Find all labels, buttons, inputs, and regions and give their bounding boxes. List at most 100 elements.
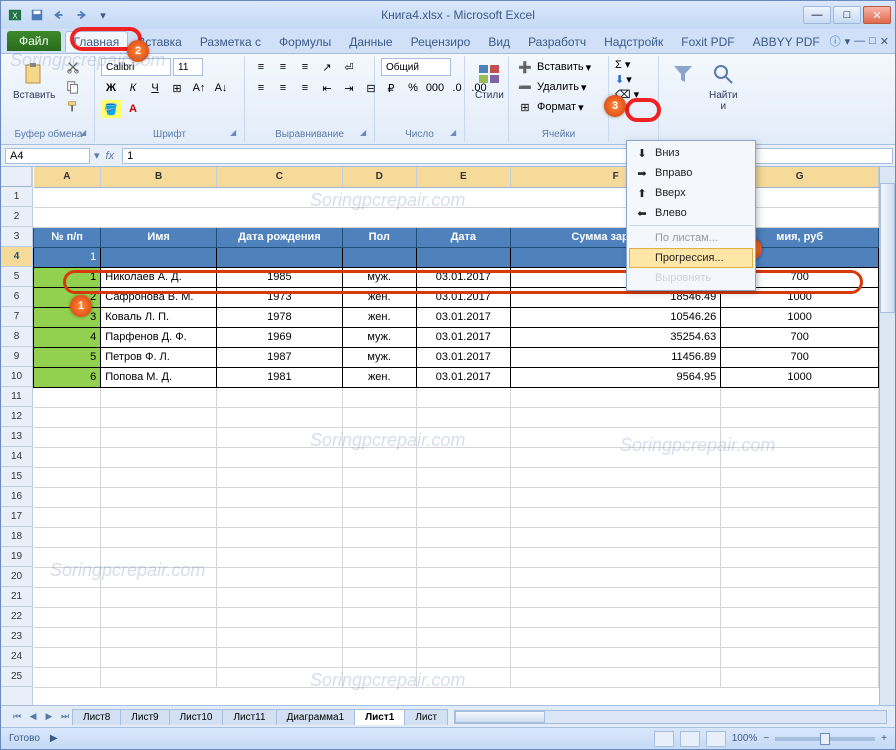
row-header[interactable]: 21: [1, 587, 32, 607]
autosum-button[interactable]: Σ ▾: [615, 58, 630, 71]
cell[interactable]: [511, 427, 721, 447]
cell[interactable]: [511, 547, 721, 567]
align-top[interactable]: ≡: [251, 58, 271, 76]
cell[interactable]: [721, 607, 879, 627]
header-cell[interactable]: Имя: [101, 227, 217, 247]
cell[interactable]: [416, 447, 511, 467]
col-header[interactable]: E: [416, 167, 511, 187]
cell[interactable]: 1981: [216, 367, 342, 387]
cell[interactable]: [416, 407, 511, 427]
select-all[interactable]: [1, 167, 32, 187]
cell[interactable]: 5: [34, 347, 101, 367]
row-header[interactable]: 15: [1, 467, 32, 487]
cell[interactable]: муж.: [342, 267, 416, 287]
tab-insert[interactable]: Вставка: [128, 31, 191, 52]
cell[interactable]: [342, 587, 416, 607]
cell[interactable]: [34, 667, 101, 687]
cell[interactable]: 11456.89: [511, 347, 721, 367]
cell[interactable]: [34, 447, 101, 467]
sheet-nav-first[interactable]: ⏮: [9, 711, 25, 722]
cell[interactable]: [101, 667, 217, 687]
formula-input[interactable]: 1: [122, 148, 893, 164]
cell[interactable]: Сафронова В. М.: [101, 287, 217, 307]
cell[interactable]: 35254.63: [511, 327, 721, 347]
cell[interactable]: [342, 427, 416, 447]
cell[interactable]: [342, 567, 416, 587]
zoom-out[interactable]: −: [763, 733, 769, 744]
cell[interactable]: [342, 667, 416, 687]
cell[interactable]: [216, 447, 342, 467]
cell[interactable]: муж.: [342, 327, 416, 347]
sheet-nav-last[interactable]: ⏭: [57, 711, 73, 722]
cell[interactable]: [342, 647, 416, 667]
view-pagebreak[interactable]: [706, 731, 726, 747]
tab-foxit[interactable]: Foxit PDF: [672, 31, 743, 52]
cell[interactable]: [721, 407, 879, 427]
cell[interactable]: [416, 507, 511, 527]
row-header[interactable]: 12: [1, 407, 32, 427]
cell[interactable]: 1985: [216, 267, 342, 287]
undo-button[interactable]: [49, 5, 69, 25]
row-header[interactable]: 14: [1, 447, 32, 467]
header-cell[interactable]: Дата рождения: [216, 227, 342, 247]
find-button[interactable]: Найти и: [705, 58, 742, 114]
cell[interactable]: [101, 587, 217, 607]
row-header[interactable]: 5: [1, 267, 32, 287]
comma-button[interactable]: 000: [425, 79, 445, 97]
cell[interactable]: [416, 587, 511, 607]
cell[interactable]: 700: [721, 327, 879, 347]
cell[interactable]: [342, 547, 416, 567]
align-launcher[interactable]: ◢: [360, 128, 372, 140]
italic-button[interactable]: К: [123, 79, 143, 97]
header-cell[interactable]: № п/п: [34, 227, 101, 247]
tab-data[interactable]: Данные: [340, 31, 401, 52]
cell[interactable]: Парфенов Д. Ф.: [101, 327, 217, 347]
cell[interactable]: [101, 547, 217, 567]
sheet-tab[interactable]: Лист1: [354, 709, 405, 725]
cell[interactable]: [34, 567, 101, 587]
cell[interactable]: [101, 647, 217, 667]
cell[interactable]: [416, 627, 511, 647]
col-header[interactable]: B: [101, 167, 217, 187]
cell[interactable]: [101, 627, 217, 647]
cell[interactable]: Коваль Л. П.: [101, 307, 217, 327]
sheet-tab[interactable]: Лист11: [222, 709, 276, 725]
cell[interactable]: 9564.95: [511, 367, 721, 387]
row-header[interactable]: 25: [1, 667, 32, 687]
align-right[interactable]: ≡: [295, 79, 315, 97]
paste-button[interactable]: Вставить: [9, 58, 59, 103]
row-header[interactable]: 19: [1, 547, 32, 567]
tab-layout[interactable]: Разметка с: [191, 31, 270, 52]
mdi-min[interactable]: —: [854, 35, 865, 47]
cell[interactable]: [511, 527, 721, 547]
redo-button[interactable]: [71, 5, 91, 25]
cell[interactable]: [416, 547, 511, 567]
row-header[interactable]: 22: [1, 607, 32, 627]
cell[interactable]: [34, 387, 101, 407]
font-launcher[interactable]: ◢: [230, 128, 242, 140]
align-bot[interactable]: ≡: [295, 58, 315, 76]
cell[interactable]: [721, 387, 879, 407]
cell[interactable]: Петров Ф. Л.: [101, 347, 217, 367]
border-button[interactable]: ⊞: [167, 79, 187, 97]
minimize-ribbon[interactable]: ▾: [845, 35, 851, 48]
cell[interactable]: [511, 447, 721, 467]
col-header[interactable]: A: [34, 167, 101, 187]
sheet-nav-prev[interactable]: ◀: [25, 711, 41, 722]
sheet-tab[interactable]: Лист10: [169, 709, 224, 725]
align-center[interactable]: ≡: [273, 79, 293, 97]
cell[interactable]: [416, 667, 511, 687]
cell[interactable]: [342, 627, 416, 647]
cell[interactable]: 3: [34, 307, 101, 327]
cell[interactable]: [101, 487, 217, 507]
cell[interactable]: [511, 487, 721, 507]
save-button[interactable]: [27, 5, 47, 25]
percent-button[interactable]: %: [403, 79, 423, 97]
underline-button[interactable]: Ч: [145, 79, 165, 97]
cell[interactable]: [721, 467, 879, 487]
cell[interactable]: [216, 407, 342, 427]
cell[interactable]: [216, 487, 342, 507]
copy-button[interactable]: [63, 78, 83, 96]
cell[interactable]: [101, 527, 217, 547]
header-cell[interactable]: Пол: [342, 227, 416, 247]
